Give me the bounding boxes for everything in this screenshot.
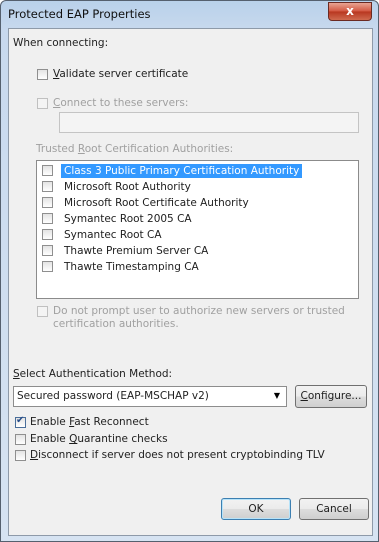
list-item-label: Thawte Premium Server CA: [64, 245, 209, 257]
list-item[interactable]: Symantec Root CA: [37, 227, 358, 243]
list-item-label: Thawte Timestamping CA: [64, 261, 199, 273]
chevron-down-icon: ▼: [273, 391, 280, 400]
no-prompt-label-line2: certification authorities.: [53, 318, 179, 330]
configure-button[interactable]: Configure...: [295, 385, 367, 408]
close-button[interactable]: x: [328, 2, 372, 21]
list-item-label: Symantec Root CA: [64, 229, 162, 241]
list-item-label: Symantec Root 2005 CA: [64, 213, 192, 225]
when-connecting-heading: When connecting:: [13, 37, 109, 49]
list-item-label: Microsoft Root Certificate Authority: [64, 197, 249, 209]
list-item-checkbox[interactable]: [42, 181, 53, 192]
dialog-window: Protected EAP Properties x When connecti…: [0, 0, 379, 542]
auth-method-value: Secured password (EAP-MSCHAP v2): [17, 390, 209, 402]
cryptobinding-checkbox[interactable]: [15, 450, 26, 461]
list-item[interactable]: Symantec Root 2005 CA: [37, 211, 358, 227]
list-item[interactable]: Microsoft Root Authority: [37, 179, 358, 195]
list-item-label: Class 3 Public Primary Certification Aut…: [61, 164, 303, 178]
no-prompt-checkbox[interactable]: [37, 306, 48, 317]
cryptobinding-label[interactable]: Disconnect if server does not present cr…: [30, 449, 325, 461]
list-item[interactable]: Thawte Premium Server CA: [37, 243, 358, 259]
close-icon: x: [346, 4, 354, 18]
list-item[interactable]: Microsoft Root Certificate Authority: [37, 195, 358, 211]
list-item-checkbox[interactable]: [42, 197, 53, 208]
trusted-roots-heading: Trusted Root Certification Authorities:: [36, 143, 234, 155]
validate-cert-checkbox[interactable]: [37, 69, 48, 80]
list-item-checkbox[interactable]: [42, 165, 53, 176]
dialog-title: Protected EAP Properties: [8, 7, 151, 21]
no-prompt-label-line1[interactable]: Do not prompt user to authorize new serv…: [53, 305, 345, 317]
quarantine-label[interactable]: Enable Quarantine checks: [30, 433, 168, 445]
auth-method-select[interactable]: Secured password (EAP-MSCHAP v2) ▼: [13, 386, 287, 407]
connect-servers-checkbox[interactable]: [37, 98, 48, 109]
list-item-checkbox[interactable]: [42, 261, 53, 272]
fast-reconnect-label[interactable]: Enable Fast Reconnect: [30, 416, 149, 428]
list-item[interactable]: Thawte Timestamping CA: [37, 259, 358, 275]
servers-input[interactable]: [59, 112, 359, 133]
title-bar[interactable]: Protected EAP Properties x: [1, 1, 378, 28]
quarantine-checkbox[interactable]: [15, 434, 26, 445]
list-item-checkbox[interactable]: [42, 245, 53, 256]
cancel-button[interactable]: Cancel: [299, 498, 369, 520]
validate-cert-label[interactable]: Validate server certificate: [53, 68, 188, 80]
list-item-label: Microsoft Root Authority: [64, 181, 191, 193]
list-item[interactable]: Class 3 Public Primary Certification Aut…: [37, 163, 358, 179]
dialog-body: When connecting: Validate server certifi…: [8, 28, 373, 536]
fast-reconnect-checkbox[interactable]: [15, 415, 26, 428]
list-item-checkbox[interactable]: [42, 213, 53, 224]
connect-servers-label[interactable]: Connect to these servers:: [53, 97, 188, 109]
auth-method-heading: Select Authentication Method:: [13, 368, 173, 380]
list-item-checkbox[interactable]: [42, 229, 53, 240]
ok-button[interactable]: OK: [221, 498, 291, 520]
trusted-roots-list[interactable]: Class 3 Public Primary Certification Aut…: [36, 160, 359, 299]
